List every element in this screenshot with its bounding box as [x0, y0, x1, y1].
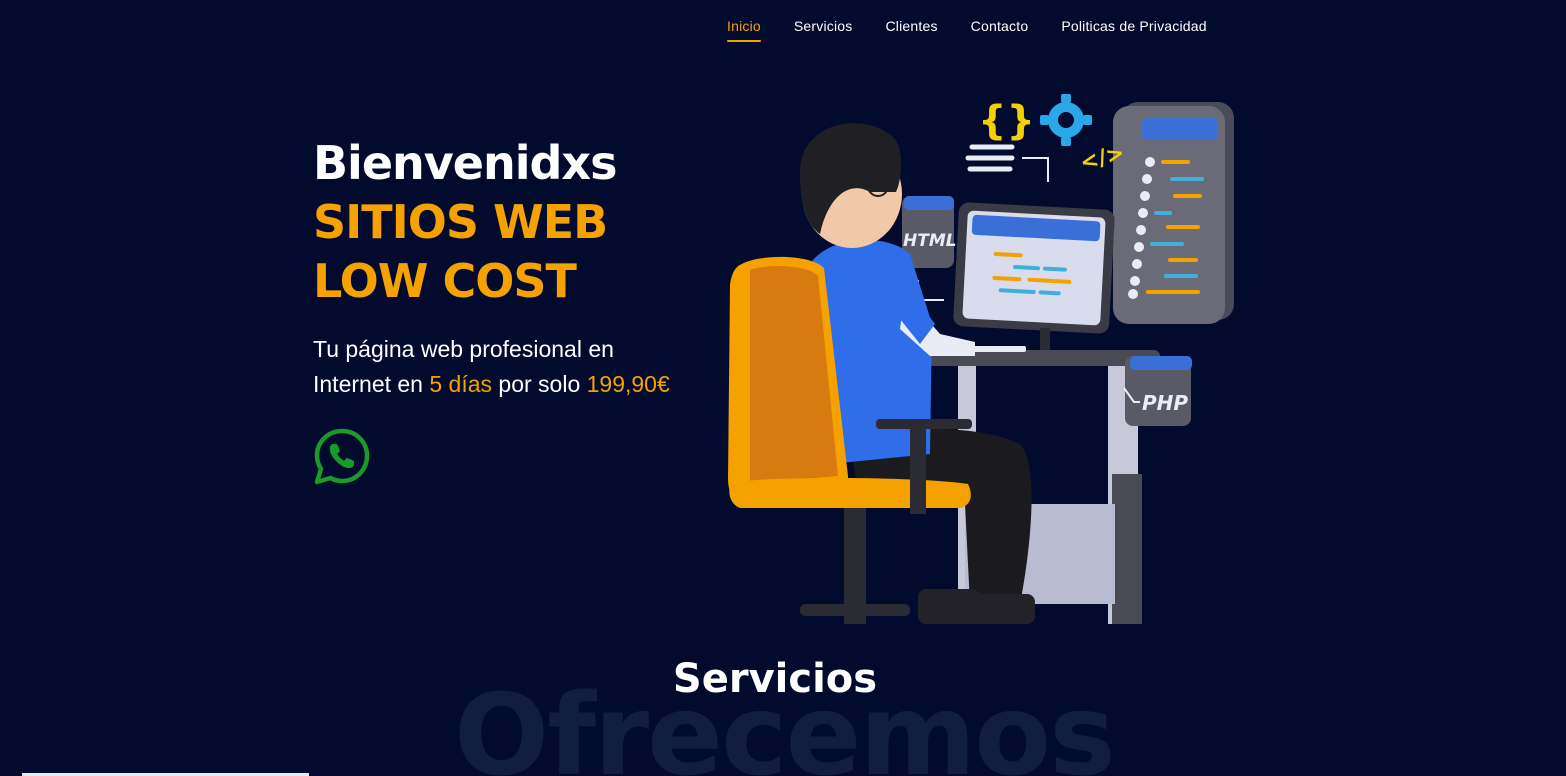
- hero-subtitle-days: 5 días: [429, 371, 493, 397]
- hero-title-line2: SITIOS WEB: [313, 195, 608, 249]
- hero-title-line3: LOW COST: [313, 254, 577, 308]
- code-panel: [1113, 102, 1234, 324]
- whatsapp-button[interactable]: [313, 427, 371, 485]
- hero-subtitle-part3: por solo: [492, 371, 587, 397]
- page: Inicio Servicios Clientes Contacto Polit…: [0, 0, 1566, 776]
- whatsapp-icon: [314, 428, 370, 485]
- developer-illustration: {} </> HTML PHP: [728, 94, 1234, 624]
- svg-text:HTML: HTML: [903, 231, 957, 251]
- nav-item-contacto[interactable]: Contacto: [971, 16, 1029, 42]
- gear-icon: [1040, 94, 1092, 146]
- main-nav: Inicio Servicios Clientes Contacto Polit…: [727, 16, 1240, 42]
- lines-icon: [965, 144, 1015, 172]
- hero-title-line1: Bienvenidxs: [313, 136, 617, 190]
- hero-subtitle-part2: Internet en: [313, 371, 430, 397]
- hero-subtitle-price: 199,90€: [586, 371, 670, 397]
- services-title: Servicios: [672, 656, 878, 702]
- braces-icon: {}: [978, 98, 1035, 144]
- hero-subtitle-part1: Tu página web profesional en: [313, 336, 614, 362]
- svg-text:PHP: PHP: [1142, 391, 1188, 415]
- nav-item-politicas[interactable]: Politicas de Privacidad: [1061, 16, 1206, 42]
- hero-title: Bienvenidxs SITIOS WEB LOW COST: [313, 134, 617, 311]
- nav-item-clientes[interactable]: Clientes: [885, 16, 937, 42]
- nav-item-inicio[interactable]: Inicio: [727, 16, 761, 42]
- hero-subtitle: Tu página web profesional en Internet en…: [313, 332, 733, 402]
- nav-item-servicios[interactable]: Servicios: [794, 16, 853, 42]
- php-tag: PHP: [1123, 356, 1192, 426]
- monitor: [953, 202, 1115, 350]
